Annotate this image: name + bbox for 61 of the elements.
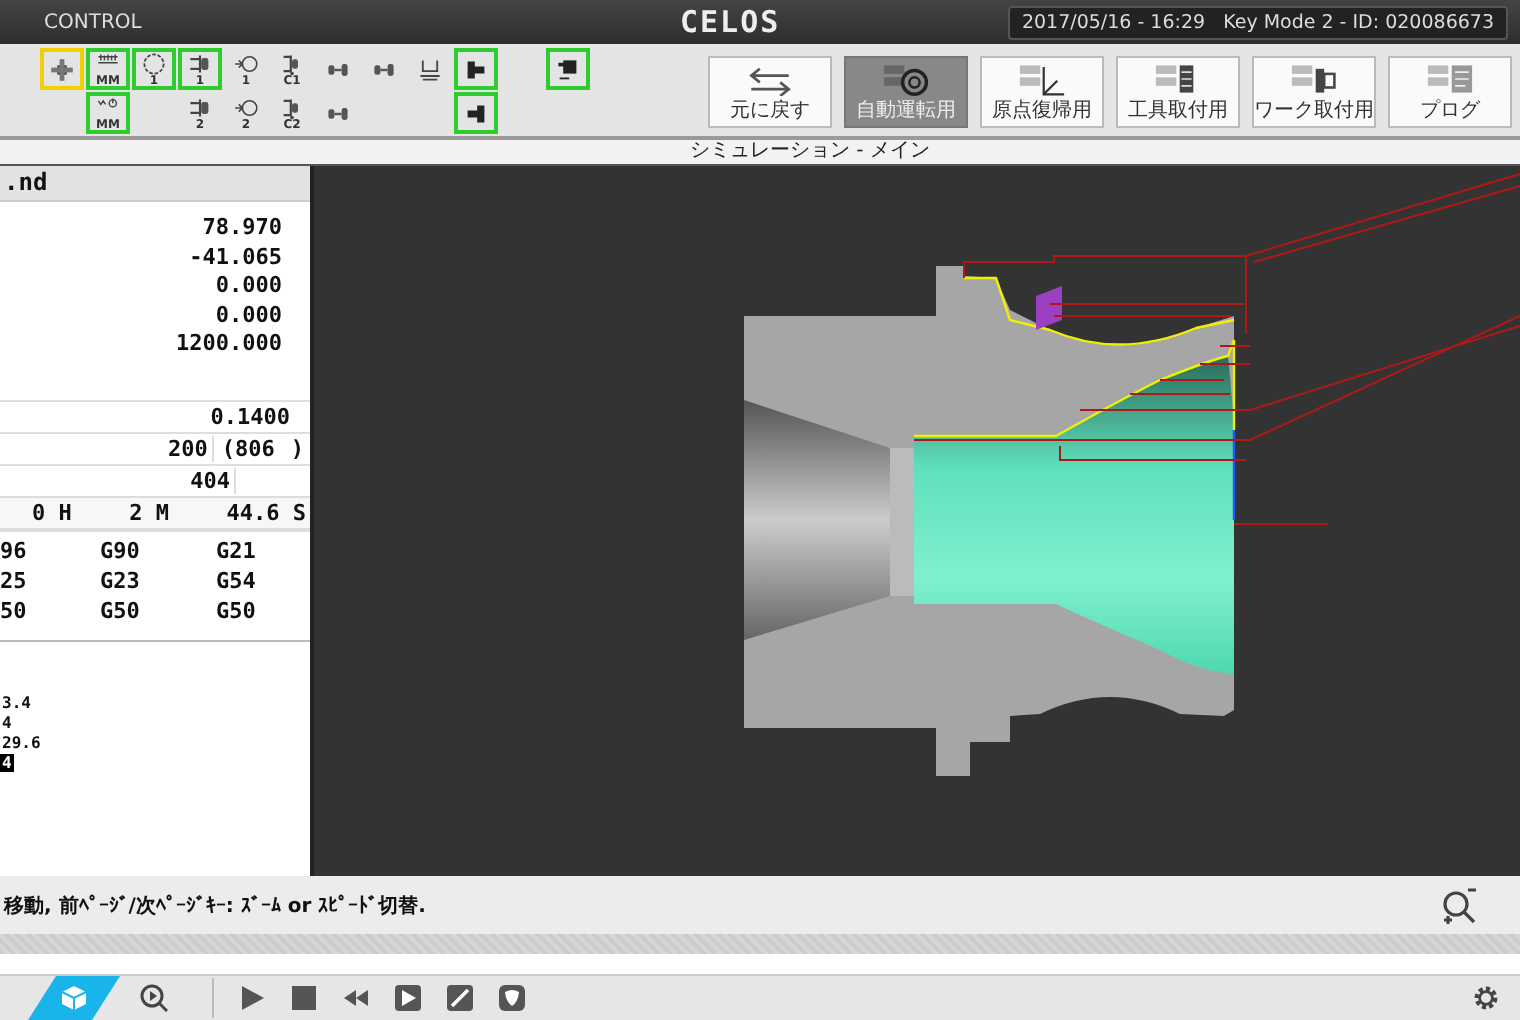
feed-value: 0.1400 bbox=[210, 404, 290, 430]
modal-code: G50 bbox=[100, 598, 142, 624]
cube-icon bbox=[60, 984, 88, 1012]
axis-value: -41.065 bbox=[189, 243, 282, 269]
modal-code: 96 bbox=[0, 538, 29, 564]
chuck-icon bbox=[48, 57, 76, 81]
mode-button[interactable]: ワーク取付用 bbox=[1252, 56, 1376, 128]
modal-code: 25 bbox=[0, 568, 29, 594]
mode-button[interactable]: プログ bbox=[1388, 56, 1512, 128]
axis-value: 0.000 bbox=[215, 272, 282, 298]
play-icon[interactable] bbox=[238, 984, 266, 1012]
time-counter: 0 H bbox=[32, 500, 72, 526]
clamp-icon bbox=[186, 51, 214, 75]
program-line[interactable]: 3.4 bbox=[0, 694, 33, 712]
bracket-text: ) bbox=[290, 436, 304, 462]
mode-button[interactable]: 元に戻す bbox=[708, 56, 832, 128]
circled-number-icon bbox=[232, 51, 260, 75]
mode-button[interactable]: 原点復帰用 bbox=[980, 56, 1104, 128]
stop-icon[interactable] bbox=[290, 984, 318, 1012]
spindle-actual: 806 bbox=[235, 436, 275, 462]
axis-value: 78.970 bbox=[202, 214, 282, 240]
clamp-icon bbox=[186, 95, 214, 119]
program-line[interactable]: 29.6 bbox=[0, 734, 43, 752]
status-message: 移動, 前ﾍﾟｰｼﾞ/次ﾍﾟｰｼﾞｷｰ: ｽﾞｰﾑ or ｽﾋﾟｰﾄﾞ切替. bbox=[4, 892, 426, 919]
axis-value: 1200.000 bbox=[176, 330, 282, 356]
panel-title: シミュレーション - メイン bbox=[690, 140, 930, 164]
tool-button[interactable] bbox=[454, 48, 498, 90]
tailstock-icon bbox=[416, 57, 444, 81]
modal-code: 50 bbox=[0, 598, 29, 624]
door-icon bbox=[554, 57, 582, 81]
spindle-value: 200 bbox=[168, 436, 208, 462]
modal-code: G54 bbox=[216, 568, 258, 594]
file-name: .nd bbox=[4, 168, 48, 196]
mode-button[interactable]: 工具取付用 bbox=[1116, 56, 1240, 128]
modal-code: G21 bbox=[216, 538, 258, 564]
jaw-icon bbox=[462, 57, 490, 81]
time-counter: 2 M bbox=[129, 500, 169, 526]
time-counter: 44.6 S bbox=[226, 500, 306, 526]
circled-number-icon bbox=[232, 95, 260, 119]
cutting-insert bbox=[1036, 286, 1062, 330]
status-text: 2017/05/16 - 16:29 Key Mode 2 - ID: 020086673 bbox=[1007, 5, 1508, 39]
play-box-icon[interactable] bbox=[394, 984, 422, 1012]
jaw-icon bbox=[462, 101, 490, 125]
app-section-title: CONTROL bbox=[44, 11, 142, 33]
bracket-text: ( bbox=[221, 436, 235, 462]
value-text: 404 bbox=[190, 468, 230, 494]
rewind-icon[interactable] bbox=[342, 984, 370, 1012]
slash-box-icon[interactable] bbox=[446, 984, 474, 1012]
dial-icon bbox=[140, 51, 168, 75]
modal-code: G23 bbox=[100, 568, 142, 594]
modal-code: G90 bbox=[100, 538, 142, 564]
axis-value: 0.000 bbox=[215, 301, 282, 327]
playback-search-icon bbox=[140, 984, 168, 1012]
tool-button[interactable] bbox=[546, 48, 590, 90]
tool-button[interactable] bbox=[454, 92, 498, 134]
settings-icon[interactable] bbox=[1472, 984, 1500, 1012]
program-line[interactable]: 4 bbox=[0, 714, 14, 732]
app-logo: CELOS bbox=[680, 4, 781, 40]
modal-code: G50 bbox=[216, 598, 258, 624]
zoom-icon[interactable] bbox=[1440, 885, 1480, 925]
shield-box-icon[interactable] bbox=[498, 984, 526, 1012]
